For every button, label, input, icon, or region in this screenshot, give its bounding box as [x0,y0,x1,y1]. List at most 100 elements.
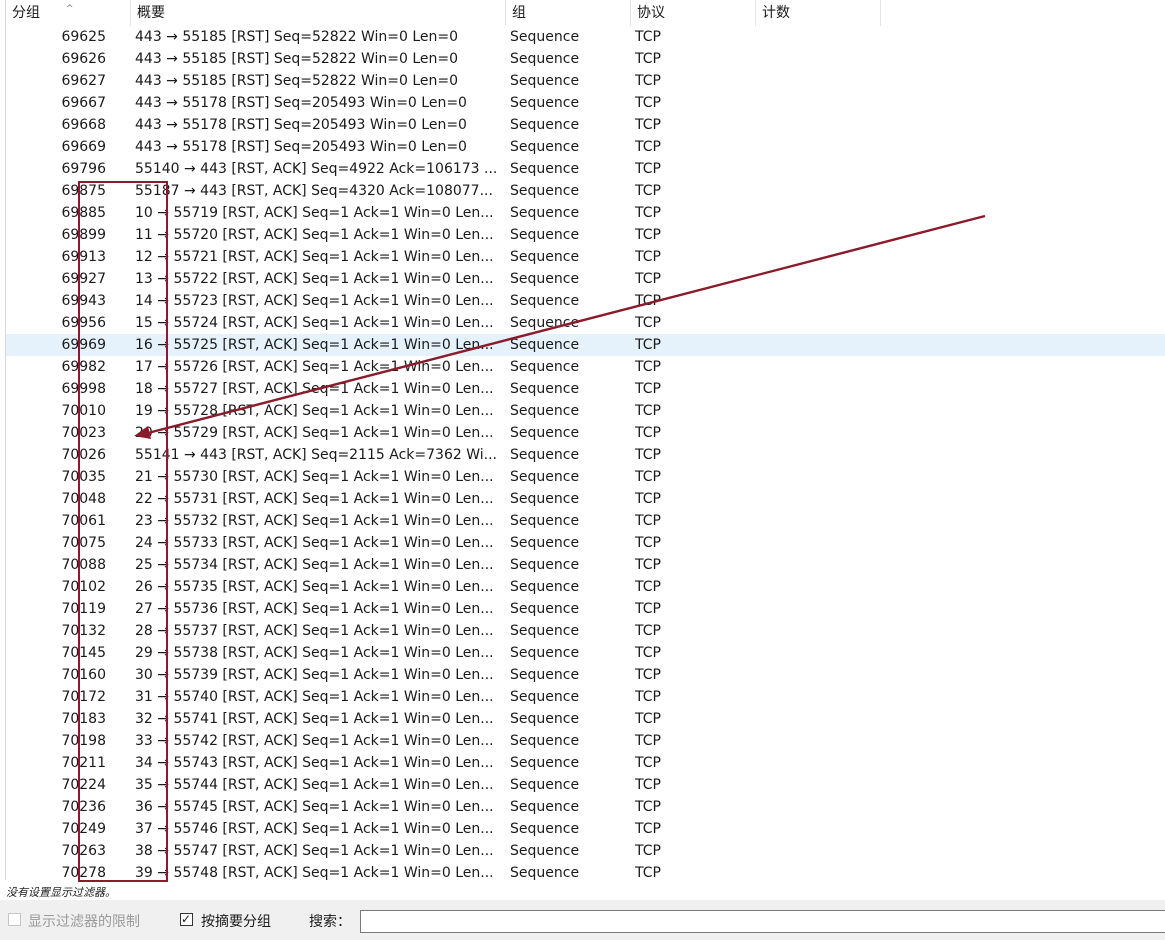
cell-summary: 37 → 55746 [RST, ACK] Seq=1 Ack=1 Win=0 … [135,821,494,837]
table-row[interactable]: 69998 18 → 55727 [RST, ACK] Seq=1 Ack=1 W… [6,378,1165,400]
cell-summary: 22 → 55731 [RST, ACK] Seq=1 Ack=1 Win=0 … [135,491,494,507]
table-row[interactable]: 70249 37 → 55746 [RST, ACK] Seq=1 Ack=1 W… [6,818,1165,840]
checkmark-icon: ✓ [181,912,192,926]
cell-protocol: TCP [635,667,661,683]
table-row[interactable]: 69626 443 → 55185 [RST] Seq=52822 Win=0 L… [6,48,1165,70]
cell-summary: 39 → 55748 [RST, ACK] Seq=1 Ack=1 Win=0 … [135,865,494,880]
table-row[interactable]: 70035 21 → 55730 [RST, ACK] Seq=1 Ack=1 W… [6,466,1165,488]
cell-summary: 14 → 55723 [RST, ACK] Seq=1 Ack=1 Win=0 … [135,293,494,309]
cell-summary: 443 → 55178 [RST] Seq=205493 Win=0 Len=0 [135,117,467,133]
table-row[interactable]: 69875 55187 → 443 [RST, ACK] Seq=4320 Ack… [6,180,1165,202]
group-by-summary-checkbox[interactable]: ✓ [180,912,193,926]
cell-packet-number: 69796 [61,161,106,177]
cell-packet-number: 69982 [61,359,106,375]
table-row[interactable]: 69627 443 → 55185 [RST] Seq=52822 Win=0 L… [6,70,1165,92]
table-row[interactable]: 70023 20 → 55729 [RST, ACK] Seq=1 Ack=1 W… [6,422,1165,444]
cell-packet-number: 70236 [61,799,106,815]
table-row[interactable]: 70263 38 → 55747 [RST, ACK] Seq=1 Ack=1 W… [6,840,1165,862]
cell-protocol: TCP [635,447,661,463]
cell-summary: 36 → 55745 [RST, ACK] Seq=1 Ack=1 Win=0 … [135,799,494,815]
table-row[interactable]: 70010 19 → 55728 [RST, ACK] Seq=1 Ack=1 W… [6,400,1165,422]
cell-summary: 55140 → 443 [RST, ACK] Seq=4922 Ack=1061… [135,161,498,177]
cell-packet-number: 70198 [61,733,106,749]
cell-packet-number: 69943 [61,293,106,309]
cell-group: Sequence [510,513,580,529]
cell-packet-number: 69625 [61,29,106,45]
cell-protocol: TCP [635,513,661,529]
table-row[interactable]: 69667 443 → 55178 [RST] Seq=205493 Win=0 … [6,92,1165,114]
column-header-summary[interactable]: 概要 [131,0,506,26]
cell-group: Sequence [510,821,580,837]
column-header-protocol[interactable]: 协议 [631,0,756,26]
cell-packet-number: 69998 [61,381,106,397]
column-header-group[interactable]: 组 [506,0,631,26]
table-row[interactable]: 69913 12 → 55721 [RST, ACK] Seq=1 Ack=1 W… [6,246,1165,268]
search-input[interactable] [360,910,1165,933]
cell-protocol: TCP [635,645,661,661]
cell-protocol: TCP [635,51,661,67]
cell-packet-number: 70026 [61,447,106,463]
table-row[interactable]: 70132 28 → 55737 [RST, ACK] Seq=1 Ack=1 W… [6,620,1165,642]
cell-summary: 55187 → 443 [RST, ACK] Seq=4320 Ack=1080… [135,183,493,199]
cell-group: Sequence [510,535,580,551]
cell-group: Sequence [510,403,580,419]
table-row[interactable]: 69956 15 → 55724 [RST, ACK] Seq=1 Ack=1 W… [6,312,1165,334]
table-row[interactable]: 70145 29 → 55738 [RST, ACK] Seq=1 Ack=1 W… [6,642,1165,664]
column-header-no[interactable]: 分组 ^ [6,0,131,26]
cell-summary: 17 → 55726 [RST, ACK] Seq=1 Ack=1 Win=0 … [135,359,494,375]
table-row[interactable]: 69796 55140 → 443 [RST, ACK] Seq=4922 Ack… [6,158,1165,180]
table-row[interactable]: 70198 33 → 55742 [RST, ACK] Seq=1 Ack=1 W… [6,730,1165,752]
table-row[interactable]: 70026 55141 → 443 [RST, ACK] Seq=2115 Ack… [6,444,1165,466]
table-row[interactable]: 70183 32 → 55741 [RST, ACK] Seq=1 Ack=1 W… [6,708,1165,730]
table-row[interactable]: 69899 11 → 55720 [RST, ACK] Seq=1 Ack=1 W… [6,224,1165,246]
table-row[interactable]: 69669 443 → 55178 [RST] Seq=205493 Win=0 … [6,136,1165,158]
cell-summary: 19 → 55728 [RST, ACK] Seq=1 Ack=1 Win=0 … [135,403,494,419]
table-row[interactable]: 69969 16 → 55725 [RST, ACK] Seq=1 Ack=1 W… [6,334,1165,356]
cell-protocol: TCP [635,535,661,551]
table-row[interactable]: 70172 31 → 55740 [RST, ACK] Seq=1 Ack=1 W… [6,686,1165,708]
cell-group: Sequence [510,95,580,111]
cell-packet-number: 70224 [61,777,106,793]
table-row[interactable]: 70236 36 → 55745 [RST, ACK] Seq=1 Ack=1 W… [6,796,1165,818]
table-row[interactable]: 70119 27 → 55736 [RST, ACK] Seq=1 Ack=1 W… [6,598,1165,620]
table-row[interactable]: 69668 443 → 55178 [RST] Seq=205493 Win=0 … [6,114,1165,136]
table-row[interactable]: 70160 30 → 55739 [RST, ACK] Seq=1 Ack=1 W… [6,664,1165,686]
table-row[interactable]: 69982 17 → 55726 [RST, ACK] Seq=1 Ack=1 W… [6,356,1165,378]
table-row[interactable]: 70075 24 → 55733 [RST, ACK] Seq=1 Ack=1 W… [6,532,1165,554]
cell-group: Sequence [510,799,580,815]
table-row[interactable]: 70211 34 → 55743 [RST, ACK] Seq=1 Ack=1 W… [6,752,1165,774]
cell-summary: 28 → 55737 [RST, ACK] Seq=1 Ack=1 Win=0 … [135,623,494,639]
cell-packet-number: 70035 [61,469,106,485]
cell-protocol: TCP [635,865,661,880]
cell-group: Sequence [510,579,580,595]
table-row[interactable]: 70224 35 → 55744 [RST, ACK] Seq=1 Ack=1 W… [6,774,1165,796]
cell-group: Sequence [510,491,580,507]
table-row[interactable]: 70102 26 → 55735 [RST, ACK] Seq=1 Ack=1 W… [6,576,1165,598]
table-row[interactable]: 70088 25 → 55734 [RST, ACK] Seq=1 Ack=1 W… [6,554,1165,576]
table-row[interactable]: 70061 23 → 55732 [RST, ACK] Seq=1 Ack=1 W… [6,510,1165,532]
table-row[interactable]: 70278 39 → 55748 [RST, ACK] Seq=1 Ack=1 W… [6,862,1165,880]
cell-protocol: TCP [635,95,661,111]
cell-summary: 25 → 55734 [RST, ACK] Seq=1 Ack=1 Win=0 … [135,557,494,573]
packet-list[interactable]: 分组 ^ 概要 组 协议 计数 69625 443 → 55185 [RST] Se… [5,0,1165,880]
cell-summary: 20 → 55729 [RST, ACK] Seq=1 Ack=1 Win=0 … [135,425,494,441]
cell-packet-number: 70061 [61,513,106,529]
table-row[interactable]: 69625 443 → 55185 [RST] Seq=52822 Win=0 L… [6,26,1165,48]
cell-protocol: TCP [635,821,661,837]
sort-ascending-icon: ^ [66,4,74,14]
cell-protocol: TCP [635,425,661,441]
table-row[interactable]: 70048 22 → 55731 [RST, ACK] Seq=1 Ack=1 W… [6,488,1165,510]
cell-protocol: TCP [635,733,661,749]
cell-packet-number: 69669 [61,139,106,155]
table-row[interactable]: 69885 10 → 55719 [RST, ACK] Seq=1 Ack=1 W… [6,202,1165,224]
filter-limit-checkbox[interactable] [8,913,21,926]
table-row[interactable]: 69927 13 → 55722 [RST, ACK] Seq=1 Ack=1 W… [6,268,1165,290]
column-header-count[interactable]: 计数 [756,0,881,26]
cell-protocol: TCP [635,799,661,815]
cell-group: Sequence [510,711,580,727]
cell-packet-number: 69668 [61,117,106,133]
cell-summary: 10 → 55719 [RST, ACK] Seq=1 Ack=1 Win=0 … [135,205,494,221]
table-row[interactable]: 69943 14 → 55723 [RST, ACK] Seq=1 Ack=1 W… [6,290,1165,312]
cell-protocol: TCP [635,249,661,265]
cell-summary: 24 → 55733 [RST, ACK] Seq=1 Ack=1 Win=0 … [135,535,494,551]
